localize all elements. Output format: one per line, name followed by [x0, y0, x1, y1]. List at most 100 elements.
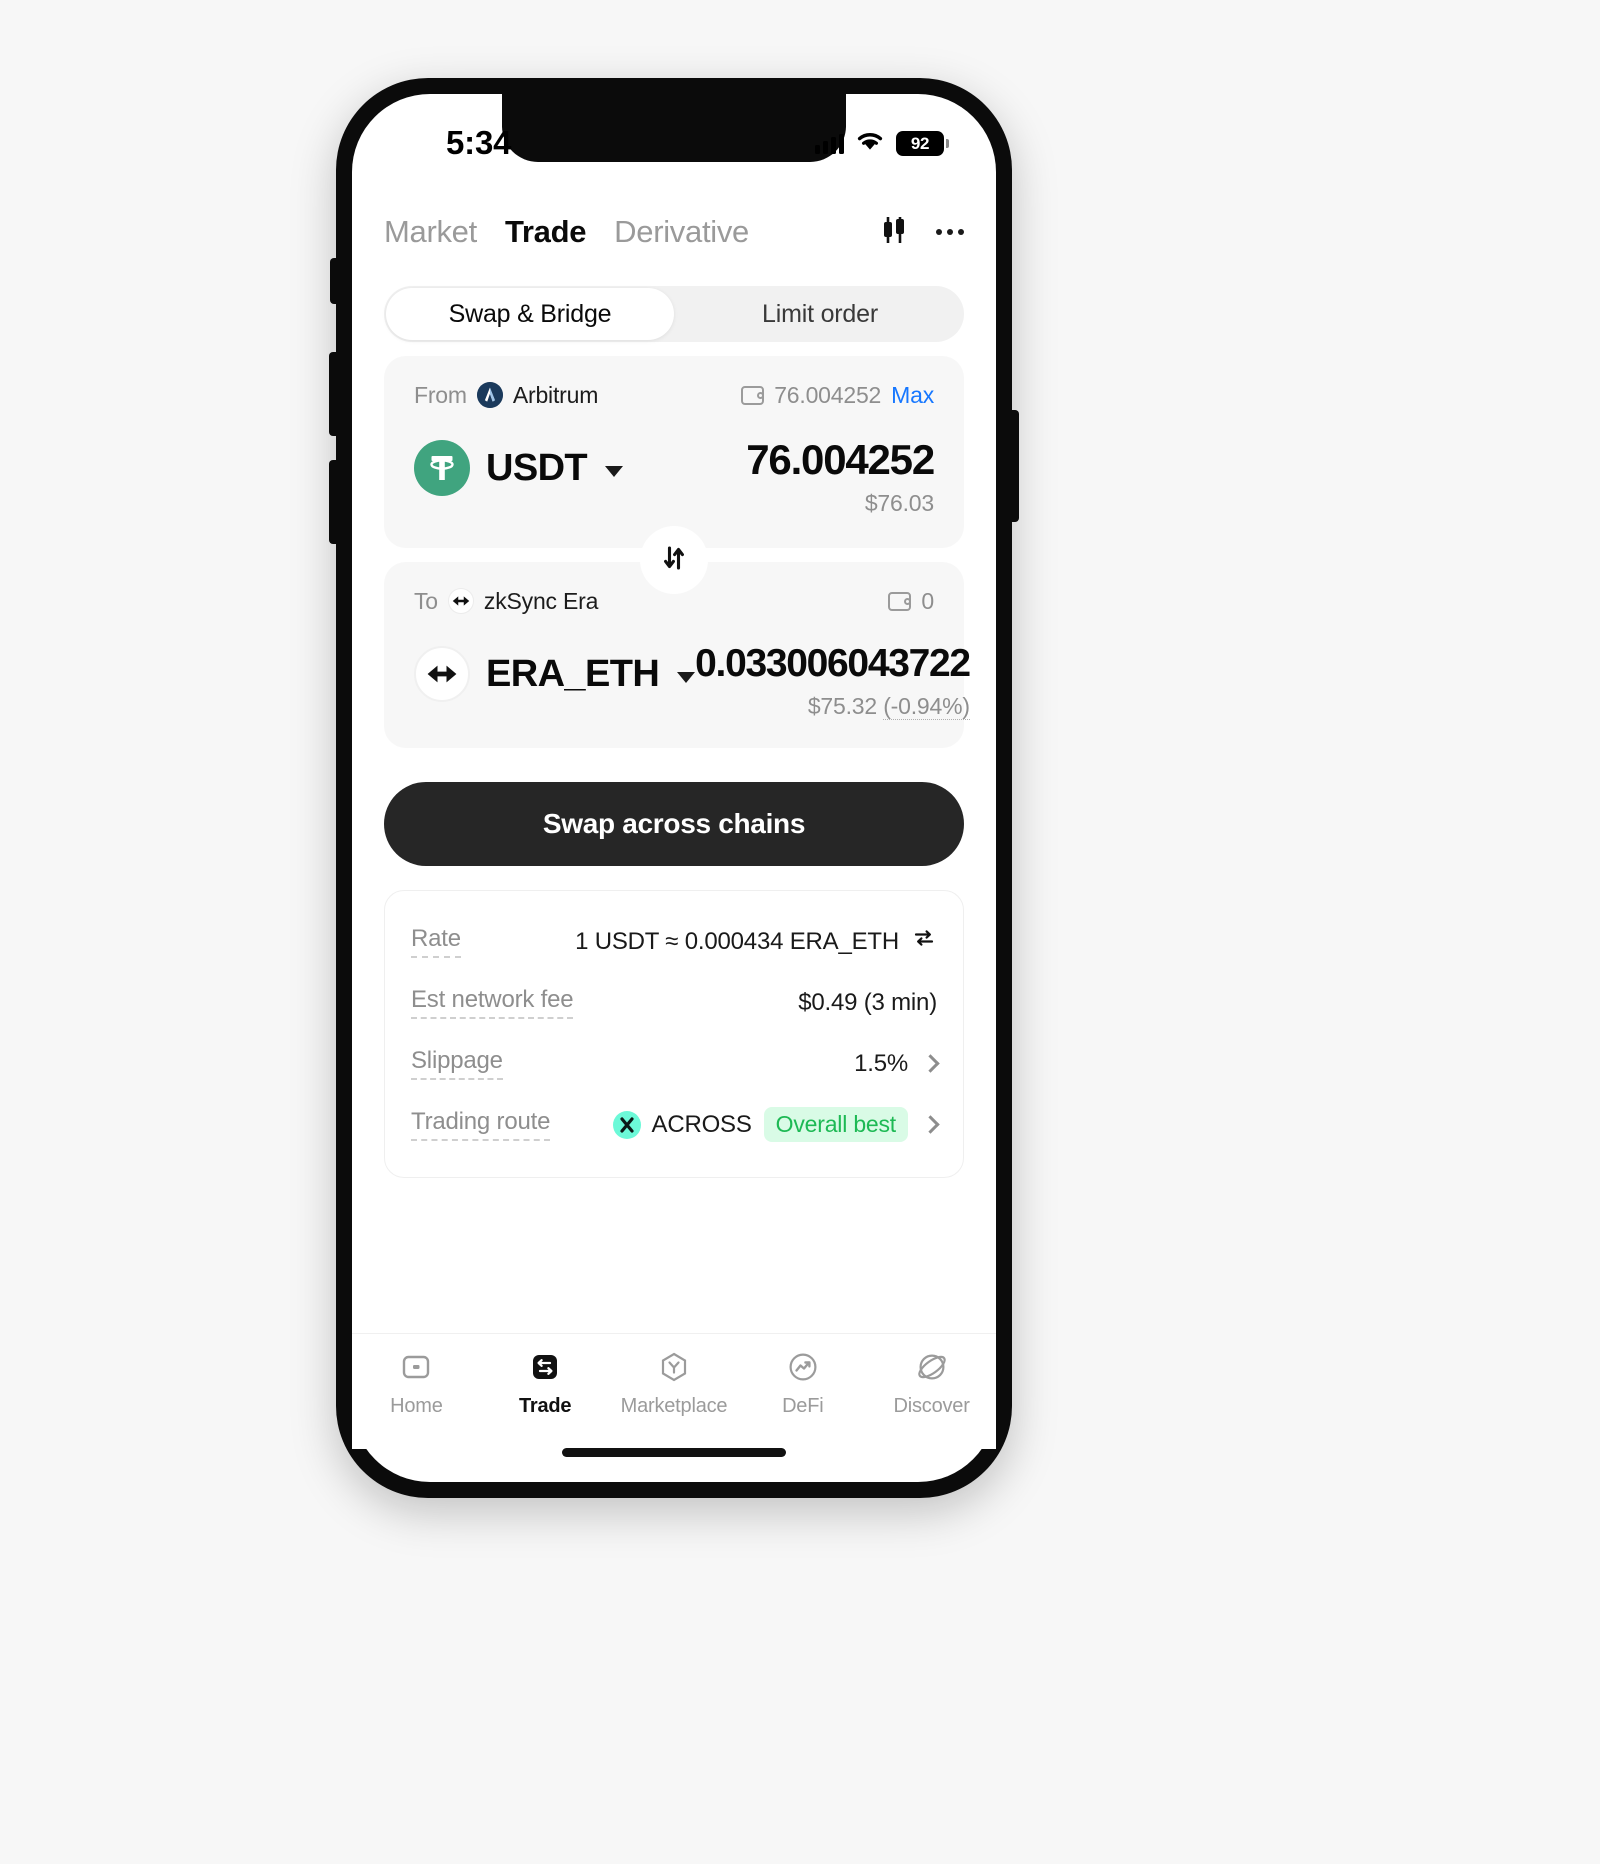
from-card-header: From Arbitrum 76.004252 Max	[414, 378, 934, 412]
zksync-era-eth-logo-icon	[414, 646, 470, 702]
to-card-body: ERA_ETH 0.033006043722 $75.32 (-0.94%)	[414, 643, 971, 720]
from-card: From Arbitrum 76.004252 Max USDT 76.0042…	[384, 356, 964, 548]
to-balance: 0	[921, 587, 934, 614]
segment-swap-bridge[interactable]: Swap & Bridge	[386, 288, 674, 340]
chevron-down-icon	[605, 465, 624, 477]
route-chip: ACROSS	[612, 1110, 752, 1139]
to-token-symbol: ERA_ETH	[486, 652, 660, 695]
zksync-logo-icon	[447, 588, 474, 614]
from-balance: 76.004252	[774, 381, 882, 408]
refresh-swap-icon[interactable]	[911, 925, 937, 958]
screenshot-canvas: 5:34 92 Market Trade Derivative Swap & B…	[0, 0, 1600, 1864]
from-token-selector[interactable]: USDT	[414, 438, 624, 496]
from-label: From	[414, 381, 467, 408]
overall-best-badge: Overall best	[763, 1107, 908, 1142]
status-icons: 92	[815, 130, 949, 157]
silent-switch[interactable]	[330, 258, 338, 304]
to-label: To	[414, 587, 438, 614]
trade-swap-icon	[526, 1348, 564, 1386]
to-card: To zkSync Era 0 ERA_ETH 0.033006043722 $…	[384, 562, 971, 748]
detail-row-network-fee: Est network fee $0.49 (3 min)	[411, 972, 937, 1033]
trading-route-label: Trading route	[411, 1108, 550, 1141]
bottom-nav-defi[interactable]: DeFi	[738, 1348, 867, 1418]
volume-down-button[interactable]	[329, 460, 338, 544]
bottom-nav-trade-label: Trade	[519, 1395, 572, 1417]
from-chain-name: Arbitrum	[512, 381, 599, 408]
from-balance-area: 76.004252 Max	[741, 382, 934, 409]
to-balance-area: 0	[888, 588, 934, 615]
home-indicator[interactable]	[562, 1448, 786, 1457]
wallet-icon	[888, 591, 912, 611]
home-icon	[397, 1348, 435, 1386]
status-bar: 5:34 92	[352, 122, 996, 176]
to-chain-selector[interactable]: To zkSync Era	[414, 588, 598, 615]
battery-indicator: 92	[896, 131, 949, 156]
swap-vertical-icon	[657, 541, 691, 580]
swap-across-chains-button[interactable]: Swap across chains	[384, 782, 964, 866]
bottom-nav-marketplace[interactable]: Marketplace	[610, 1348, 739, 1418]
to-amount-output: 0.033006043722	[695, 642, 971, 685]
more-options-icon[interactable]	[936, 229, 964, 235]
from-card-body: USDT 76.004252 $76.03	[414, 437, 935, 517]
to-fiat-value: $75.32	[807, 692, 877, 719]
top-navigation: Market Trade Derivative	[352, 196, 996, 268]
defi-trending-icon	[784, 1348, 822, 1386]
rate-value: 1 USDT ≈ 0.000434 ERA_ETH	[575, 927, 899, 955]
mode-segmented-control: Swap & Bridge Limit order	[384, 286, 964, 342]
slippage-value-area: 1.5%	[854, 1049, 940, 1078]
max-button[interactable]: Max	[891, 382, 934, 409]
from-fiat-value: $76.03	[864, 490, 934, 517]
swap-direction-button[interactable]	[646, 532, 702, 588]
chevron-right-icon	[921, 1115, 940, 1134]
tab-trade[interactable]: Trade	[505, 214, 587, 250]
to-token-selector[interactable]: ERA_ETH	[414, 644, 696, 702]
bottom-nav-defi-label: DeFi	[782, 1395, 824, 1417]
bottom-nav-trade[interactable]: Trade	[481, 1348, 610, 1418]
candlestick-chart-icon[interactable]	[878, 214, 910, 251]
to-fiat-area: $75.32 (-0.94%)	[695, 692, 970, 720]
trading-route-value-area: ACROSS Overall best	[612, 1107, 940, 1142]
bottom-nav-home-label: Home	[390, 1395, 443, 1417]
discover-planet-icon	[913, 1348, 951, 1386]
tether-logo-icon	[414, 440, 470, 496]
tab-derivative[interactable]: Derivative	[614, 214, 749, 250]
wifi-icon	[855, 130, 885, 157]
signal-bars-icon	[815, 133, 844, 154]
to-fiat-change: (-0.94%)	[883, 692, 970, 720]
battery-level: 92	[910, 133, 930, 153]
trade-details-panel: Rate 1 USDT ≈ 0.000434 ERA_ETH Est netwo…	[384, 890, 964, 1178]
across-logo-icon	[612, 1110, 641, 1139]
to-chain-name: zkSync Era	[483, 587, 599, 614]
arbitrum-logo-icon	[476, 382, 503, 408]
bottom-nav-discover-label: Discover	[893, 1395, 970, 1417]
bottom-nav-home[interactable]: Home	[352, 1348, 481, 1418]
segment-limit-order[interactable]: Limit order	[676, 286, 964, 342]
from-amount-area[interactable]: 76.004252 $76.03	[746, 437, 935, 517]
rate-label: Rate	[411, 925, 461, 958]
status-time: 5:34	[446, 124, 512, 161]
tab-market[interactable]: Market	[384, 214, 477, 250]
volume-up-button[interactable]	[329, 352, 338, 436]
top-nav-actions	[878, 214, 964, 251]
network-fee-label: Est network fee	[411, 986, 574, 1019]
to-card-header: To zkSync Era 0	[414, 584, 934, 618]
power-button[interactable]	[1010, 410, 1019, 522]
rate-value-area: 1 USDT ≈ 0.000434 ERA_ETH	[575, 925, 937, 958]
chevron-down-icon	[677, 671, 696, 683]
network-fee-value: $0.49 (3 min)	[798, 988, 937, 1016]
marketplace-hexagon-icon	[655, 1348, 693, 1386]
to-amount-area: 0.033006043722 $75.32 (-0.94%)	[695, 642, 971, 720]
from-token-symbol: USDT	[486, 446, 588, 489]
chevron-right-icon	[921, 1054, 940, 1073]
bottom-nav-discover[interactable]: Discover	[867, 1348, 996, 1418]
detail-row-trading-route[interactable]: Trading route ACROSS Overall best	[411, 1094, 940, 1155]
detail-row-rate: Rate 1 USDT ≈ 0.000434 ERA_ETH	[411, 911, 937, 972]
top-nav-tabs: Market Trade Derivative	[384, 214, 749, 250]
wallet-icon	[741, 385, 765, 405]
from-chain-selector[interactable]: From Arbitrum	[414, 382, 598, 409]
bottom-nav-marketplace-label: Marketplace	[620, 1395, 728, 1417]
slippage-value: 1.5%	[854, 1049, 908, 1077]
route-name: ACROSS	[651, 1110, 752, 1138]
detail-row-slippage[interactable]: Slippage 1.5%	[411, 1033, 940, 1094]
from-amount-input[interactable]: 76.004252	[746, 437, 935, 482]
